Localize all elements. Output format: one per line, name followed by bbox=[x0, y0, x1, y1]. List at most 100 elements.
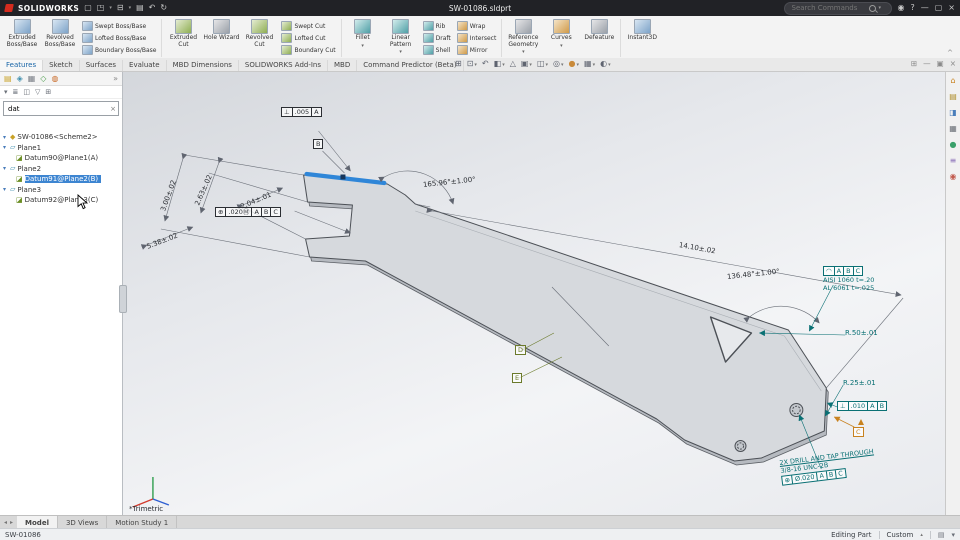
tab-mbd[interactable]: MBD bbox=[328, 60, 358, 71]
panel-more-icon[interactable]: » bbox=[113, 74, 118, 83]
configurationmanager-icon[interactable]: ▦ bbox=[28, 74, 36, 83]
tab-surfaces[interactable]: Surfaces bbox=[80, 60, 124, 71]
command-search-input[interactable] bbox=[789, 3, 866, 13]
edge-midpoint-handle[interactable] bbox=[340, 174, 346, 180]
shell-button[interactable]: Shell bbox=[422, 45, 451, 55]
caret-down-icon[interactable]: ▾ bbox=[3, 134, 8, 141]
fcf-perpendicularity-005[interactable]: ⊥ .005 A bbox=[281, 107, 322, 117]
search-caret-icon[interactable]: ▾ bbox=[879, 5, 882, 11]
displaymanager-icon[interactable]: ◍ bbox=[51, 74, 58, 83]
tab-features[interactable]: Features bbox=[0, 60, 44, 71]
mirror-button[interactable]: Mirror bbox=[456, 45, 497, 55]
revolved-boss-base-button[interactable]: Revolved Boss/Base bbox=[41, 17, 79, 59]
tab-command-predictor[interactable]: Command Predictor (Beta) bbox=[357, 60, 464, 71]
boundary-cut-button[interactable]: Boundary Cut bbox=[281, 45, 336, 55]
hole-wizard-button[interactable]: Hole Wizard bbox=[202, 17, 240, 59]
document-tabs-icon[interactable]: ⊞ bbox=[911, 59, 917, 68]
view-palette-icon[interactable]: ▦ bbox=[949, 124, 957, 133]
new-file-icon[interactable]: ▢ bbox=[84, 4, 92, 12]
caret-down-icon[interactable]: ▾ bbox=[3, 165, 8, 172]
tree-node-plane1[interactable]: ▾ ▱ Plane1 bbox=[0, 143, 122, 154]
tab-evaluate[interactable]: Evaluate bbox=[123, 60, 167, 71]
revolved-cut-button[interactable]: Revolved Cut bbox=[240, 17, 278, 59]
datum-b-label[interactable]: B bbox=[313, 139, 324, 149]
tree-search-input[interactable] bbox=[6, 103, 109, 114]
caret-down-icon[interactable]: ▾ bbox=[3, 186, 8, 193]
save-icon[interactable]: ⊟ bbox=[117, 4, 124, 12]
dimxpertmanager-icon[interactable]: ◇ bbox=[40, 74, 46, 83]
tree-node-datum90[interactable]: ◪ Datum90@Plane1(A) bbox=[0, 153, 122, 164]
view-orientation-icon[interactable]: ▣ ▾ bbox=[521, 59, 532, 68]
status-configuration[interactable]: Custom bbox=[887, 531, 914, 539]
boundary-boss-base-button[interactable]: Boundary Boss/Base bbox=[82, 45, 156, 55]
linear-pattern-button[interactable]: Linear Pattern ▾ bbox=[382, 17, 420, 59]
print-icon[interactable]: ▤ bbox=[136, 4, 144, 12]
defeature-button[interactable]: Defeature bbox=[580, 17, 618, 59]
caret-down-icon[interactable]: ▾ bbox=[3, 144, 8, 151]
clear-search-icon[interactable]: × bbox=[110, 105, 116, 113]
hide-show-items-icon[interactable]: ◎ ▾ bbox=[553, 59, 564, 68]
curves-button[interactable]: Curves ▾ bbox=[542, 17, 580, 59]
document-close-icon[interactable]: × bbox=[950, 59, 956, 68]
tapped-hole-2[interactable] bbox=[734, 440, 747, 452]
undo-icon[interactable]: ↶ bbox=[149, 4, 156, 12]
login-icon[interactable]: ◉ bbox=[898, 4, 905, 12]
datum-c-label[interactable]: C bbox=[853, 427, 864, 437]
custom-properties-icon[interactable]: ≡ bbox=[950, 156, 957, 165]
tree-node-datum92[interactable]: ◪ Datum92@Plane3(C) bbox=[0, 195, 122, 206]
forum-icon[interactable]: ◉ bbox=[950, 172, 957, 181]
design-library-icon[interactable]: ▤ bbox=[949, 92, 957, 101]
intersect-button[interactable]: Intersect bbox=[456, 33, 496, 43]
tapped-hole-1[interactable] bbox=[789, 403, 804, 417]
fillet-button[interactable]: Fillet ▾ bbox=[344, 17, 382, 59]
lofted-boss-base-button[interactable]: Lofted Boss/Base bbox=[82, 33, 156, 43]
rebuild-icon[interactable]: ↻ bbox=[160, 4, 167, 12]
maximize-icon[interactable]: ▢ bbox=[935, 4, 943, 12]
tree-expand-icon[interactable]: ⊞ bbox=[45, 88, 51, 96]
file-explorer-icon[interactable]: ◨ bbox=[949, 108, 957, 117]
fcf-position-020[interactable]: ⊕ .020Ⓜ A B C bbox=[215, 207, 281, 217]
draft-button[interactable]: Draft bbox=[422, 33, 451, 43]
configuration-caret-icon[interactable]: ▴ bbox=[920, 532, 923, 538]
appearances-icon[interactable]: ● bbox=[950, 140, 957, 149]
tree-node-datum91-selected[interactable]: ◪ Datum91@Plane2(B) bbox=[0, 174, 122, 185]
zoom-fit-icon[interactable]: ⊞ bbox=[455, 59, 462, 68]
part-body[interactable] bbox=[303, 174, 827, 462]
tree-node-plane3[interactable]: ▾ ▱ Plane3 bbox=[0, 185, 122, 196]
tab-solidworks-add-ins[interactable]: SOLIDWORKS Add-Ins bbox=[239, 60, 329, 71]
help-icon[interactable]: ? bbox=[910, 4, 914, 12]
curves-caret-icon[interactable]: ▾ bbox=[560, 43, 563, 50]
resources-icon[interactable]: ⌂ bbox=[950, 76, 955, 85]
extruded-boss-base-button[interactable]: Extruded Boss/Base bbox=[3, 17, 41, 59]
datum-d-label[interactable]: D bbox=[515, 345, 527, 355]
tabs-scroll-left-icon[interactable]: ◂ bbox=[4, 519, 7, 526]
tree-node-root[interactable]: ▾ ◆ SW-01086<Scheme2> bbox=[0, 132, 122, 143]
close-icon[interactable]: × bbox=[948, 4, 955, 12]
reference-geometry-caret-icon[interactable]: ▾ bbox=[522, 49, 525, 56]
linear-pattern-caret-icon[interactable]: ▾ bbox=[399, 49, 402, 56]
lofted-cut-button[interactable]: Lofted Cut bbox=[281, 33, 335, 43]
document-restore-icon[interactable]: ▣ bbox=[937, 59, 944, 68]
radius-r50[interactable]: R.50±.01 bbox=[845, 329, 878, 337]
tree-filter-caret-icon[interactable]: ▾ bbox=[4, 88, 8, 96]
tree-display-options-icon[interactable]: ≣ bbox=[13, 88, 19, 96]
dynamic-annotation-icon[interactable]: △ bbox=[510, 59, 516, 68]
minimize-icon[interactable]: — bbox=[921, 4, 929, 12]
fcf-perpendicularity-010[interactable]: ⊥ .010 A B bbox=[837, 401, 888, 411]
instant3d-button[interactable]: Instant3D bbox=[623, 17, 661, 59]
reference-geometry-button[interactable]: Reference Geometry ▾ bbox=[504, 17, 542, 59]
rib-button[interactable]: Rib bbox=[422, 21, 451, 31]
featuremanager-tree-icon[interactable]: ▤ bbox=[4, 74, 12, 83]
selected-tree-item[interactable]: Datum91@Plane2(B) bbox=[24, 175, 102, 184]
status-tips-icon[interactable]: ▤ bbox=[938, 531, 945, 539]
tree-node-plane2[interactable]: ▾ ▱ Plane2 bbox=[0, 164, 122, 175]
status-expand-icon[interactable]: ▾ bbox=[951, 531, 955, 539]
swept-cut-button[interactable]: Swept Cut bbox=[281, 21, 335, 31]
tabs-scroll-right-icon[interactable]: ▸ bbox=[10, 519, 13, 526]
apply-scene-icon[interactable]: ▦ ▾ bbox=[584, 59, 595, 68]
datum-e-label[interactable]: E bbox=[512, 373, 523, 383]
material-note[interactable]: ◠ A B C AISI 1060 t=.20 AL 6061 t=.025 bbox=[823, 265, 874, 292]
tree-search-box[interactable]: × bbox=[3, 101, 119, 116]
tab-mbd-dimensions[interactable]: MBD Dimensions bbox=[167, 60, 239, 71]
section-view-icon[interactable]: ◧ ▾ bbox=[494, 59, 505, 68]
